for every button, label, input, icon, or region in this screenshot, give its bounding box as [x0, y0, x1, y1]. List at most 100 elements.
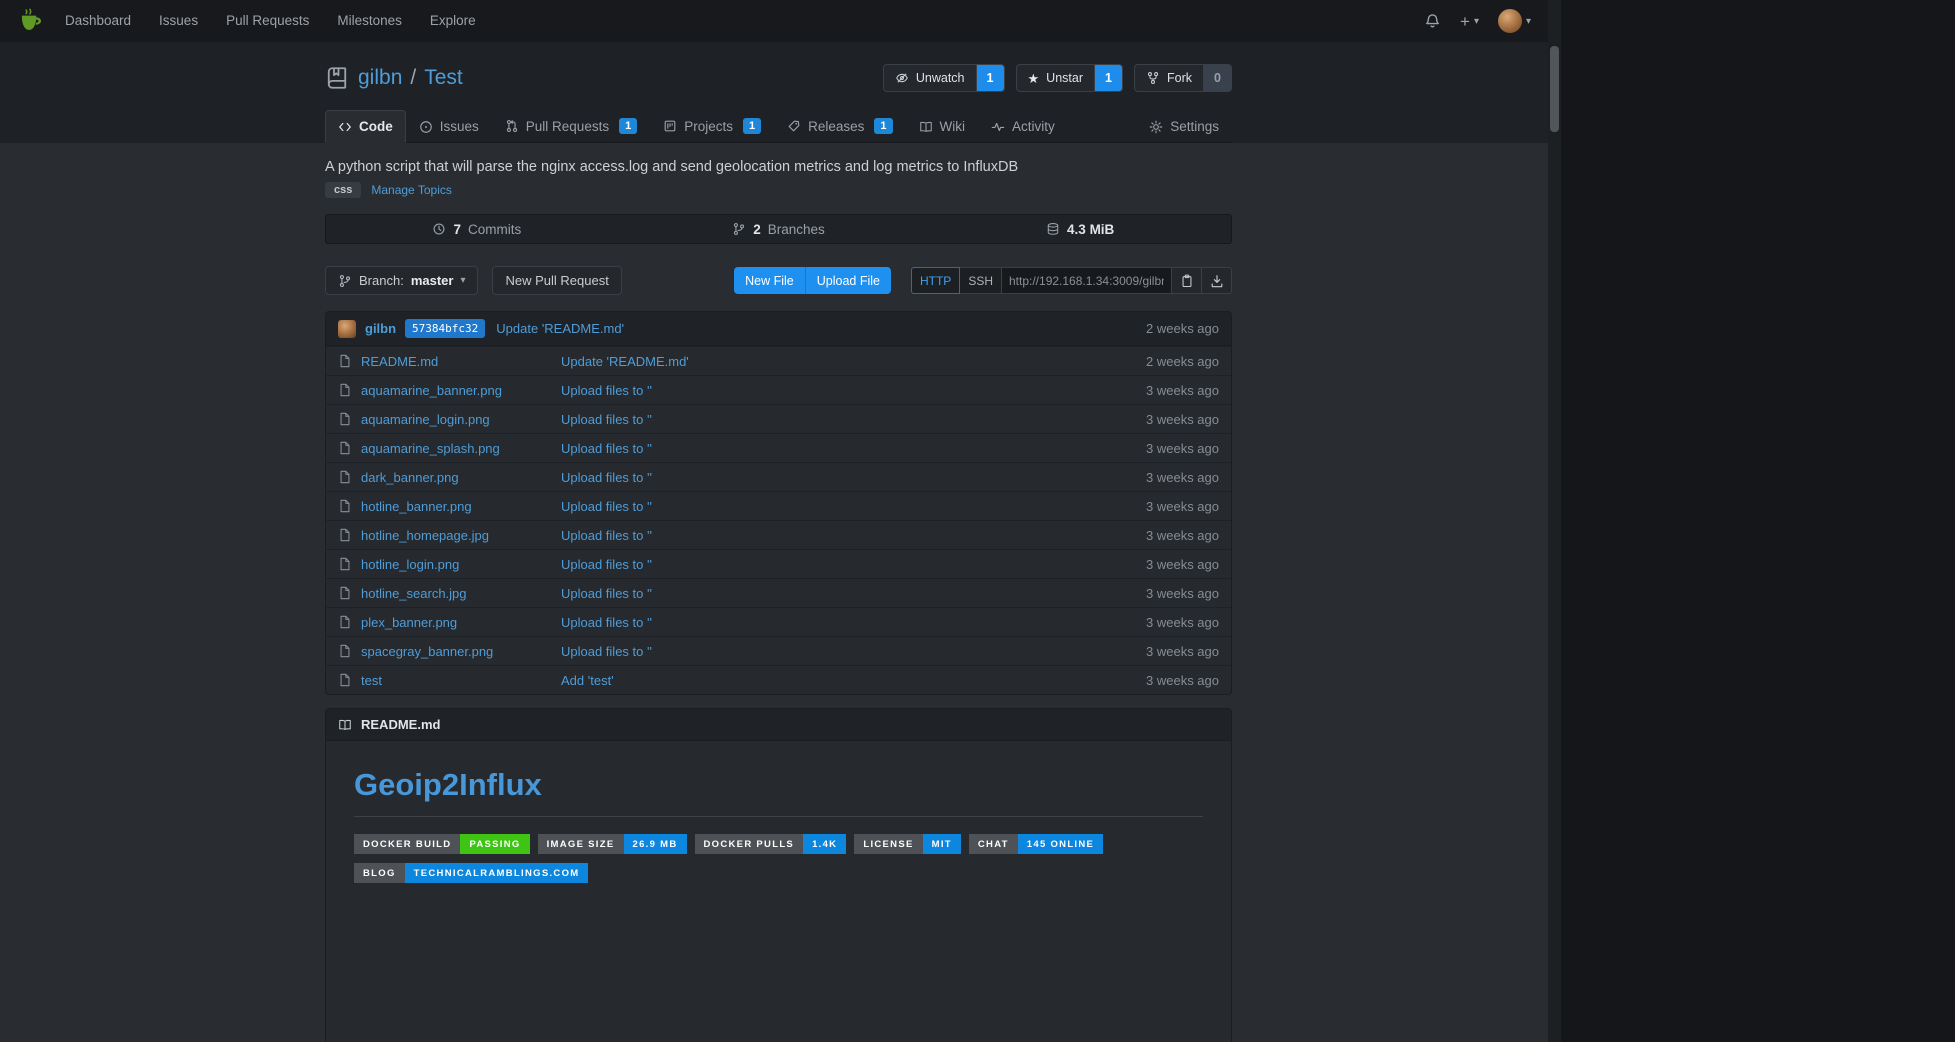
badge-value: MIT [923, 834, 961, 854]
projects-count-badge: 1 [743, 118, 761, 134]
new-file-button[interactable]: New File [734, 267, 805, 294]
file-name-link[interactable]: hotline_search.jpg [361, 586, 467, 601]
file-name-link[interactable]: aquamarine_splash.png [361, 441, 500, 456]
ssh-protocol-button[interactable]: SSH [960, 267, 1002, 294]
manage-topics-link[interactable]: Manage Topics [371, 183, 452, 197]
file-name-link[interactable]: plex_banner.png [361, 615, 457, 630]
upload-file-button[interactable]: Upload File [805, 267, 891, 294]
file-name-link[interactable]: hotline_homepage.jpg [361, 528, 489, 543]
navbar-item[interactable]: Explore [416, 0, 490, 42]
readme-badge[interactable]: BLOG TECHNICALRAMBLINGS.COM [354, 863, 588, 883]
file-commit-message-link[interactable]: Upload files to '' [561, 441, 1146, 456]
file-name-link[interactable]: test [361, 673, 382, 688]
readme-badge[interactable]: DOCKER PULLS 1.4K [695, 834, 847, 854]
navbar-item[interactable]: Dashboard [51, 0, 145, 42]
file-table: gilbn 57384bfc32 Update 'README.md' 2 we… [325, 311, 1232, 695]
branch-icon [338, 274, 352, 288]
browser-viewport: Dashboard Issues Pull Requests Milestone… [0, 0, 1561, 1042]
branches-stat[interactable]: 2 Branches [628, 215, 930, 243]
gitea-logo-icon[interactable] [16, 8, 43, 35]
file-commit-message-link[interactable]: Upload files to '' [561, 586, 1146, 601]
notifications-bell-icon[interactable] [1424, 13, 1441, 30]
tab-projects[interactable]: Projects 1 [650, 109, 774, 142]
commit-message-link[interactable]: Update 'README.md' [496, 321, 624, 336]
open-book-icon [338, 718, 352, 732]
tab-code[interactable]: Code [325, 110, 406, 143]
tag-icon [787, 119, 801, 133]
copy-url-button[interactable] [1172, 267, 1202, 294]
file-commit-message-link[interactable]: Add 'test' [561, 673, 1146, 688]
file-commit-message-link[interactable]: Upload files to '' [561, 528, 1146, 543]
star-count[interactable]: 1 [1095, 64, 1123, 92]
file-name-link[interactable]: README.md [361, 354, 438, 369]
watch-button-group: Unwatch 1 [883, 64, 1005, 92]
file-name-link[interactable]: hotline_banner.png [361, 499, 472, 514]
navbar-item[interactable]: Milestones [323, 0, 416, 42]
file-row: aquamarine_banner.png Upload files to ''… [326, 375, 1231, 404]
clone-url-input[interactable] [1002, 267, 1172, 294]
navbar-item[interactable]: Pull Requests [212, 0, 323, 42]
commits-stat[interactable]: 7 Commits [326, 215, 628, 243]
file-icon [338, 441, 352, 455]
file-name-cell: plex_banner.png [338, 615, 561, 630]
new-pull-request-button[interactable]: New Pull Request [492, 266, 621, 295]
file-commit-message-link[interactable]: Upload files to '' [561, 557, 1146, 572]
branches-count: 2 [753, 222, 761, 237]
repo-title-separator: / [410, 66, 416, 90]
readme-badge[interactable]: CHAT 145 ONLINE [969, 834, 1103, 854]
scrollbar-thumb[interactable] [1550, 46, 1559, 132]
commit-hash-badge[interactable]: 57384bfc32 [405, 319, 485, 338]
commit-author-avatar[interactable] [338, 320, 356, 338]
commit-author-link[interactable]: gilbn [365, 321, 396, 336]
file-name-link[interactable]: hotline_login.png [361, 557, 459, 572]
eye-slash-icon [895, 71, 909, 85]
vertical-scrollbar[interactable] [1548, 0, 1561, 1042]
download-button[interactable] [1202, 267, 1232, 294]
tab-settings[interactable]: Settings [1136, 110, 1232, 142]
fork-count[interactable]: 0 [1204, 64, 1232, 92]
tab-releases[interactable]: Releases 1 [774, 109, 905, 142]
unwatch-button[interactable]: Unwatch [883, 64, 977, 92]
file-commit-message-link[interactable]: Upload files to '' [561, 383, 1146, 398]
file-icon [338, 383, 352, 397]
readme-badge[interactable]: LICENSE MIT [854, 834, 961, 854]
file-row: dark_banner.png Upload files to '' 3 wee… [326, 462, 1231, 491]
latest-commit-row: gilbn 57384bfc32 Update 'README.md' 2 we… [326, 312, 1231, 346]
navbar-item[interactable]: Issues [145, 0, 212, 42]
repo-stats-bar: 7 Commits 2 Branches [325, 214, 1232, 244]
file-commit-message-link[interactable]: Upload files to '' [561, 615, 1146, 630]
fork-button[interactable]: Fork [1134, 64, 1204, 92]
tab-activity[interactable]: Activity [978, 110, 1068, 142]
readme-badge[interactable]: IMAGE SIZE 26.9 MB [538, 834, 687, 854]
tab-issues[interactable]: Issues [406, 110, 492, 142]
repo-name-link[interactable]: Test [424, 66, 463, 90]
tab-label: Releases [808, 119, 864, 134]
file-commit-message-link[interactable]: Update 'README.md' [561, 354, 1146, 369]
history-clock-icon [432, 222, 446, 236]
watch-count[interactable]: 1 [977, 64, 1005, 92]
tab-wiki[interactable]: Wiki [906, 110, 979, 142]
http-protocol-button[interactable]: HTTP [911, 267, 960, 294]
file-commit-message-link[interactable]: Upload files to '' [561, 644, 1146, 659]
file-commit-time: 3 weeks ago [1146, 615, 1219, 630]
create-new-dropdown[interactable]: + ▾ [1460, 13, 1479, 30]
tab-pull-requests[interactable]: Pull Requests 1 [492, 109, 650, 142]
file-name-link[interactable]: dark_banner.png [361, 470, 459, 485]
file-commit-message-link[interactable]: Upload files to '' [561, 470, 1146, 485]
branch-selector-dropdown[interactable]: Branch: master ▾ [325, 266, 478, 295]
user-menu[interactable]: ▾ [1498, 9, 1531, 33]
repo-owner-link[interactable]: gilbn [358, 66, 402, 90]
unstar-button[interactable]: ★ Unstar [1016, 64, 1095, 92]
readme-badge[interactable]: DOCKER BUILD PASSING [354, 834, 530, 854]
file-name-link[interactable]: aquamarine_banner.png [361, 383, 502, 398]
readme-badges-row-2: BLOG TECHNICALRAMBLINGS.COM [354, 863, 1203, 883]
file-commit-message-link[interactable]: Upload files to '' [561, 499, 1146, 514]
file-name-cell: aquamarine_login.png [338, 412, 561, 427]
releases-count-badge: 1 [874, 118, 892, 134]
file-name-link[interactable]: aquamarine_login.png [361, 412, 490, 427]
branch-label: Branch: [359, 273, 404, 288]
repo-size-stat[interactable]: 4.3 MiB [929, 215, 1231, 243]
file-commit-message-link[interactable]: Upload files to '' [561, 412, 1146, 427]
file-name-link[interactable]: spacegray_banner.png [361, 644, 493, 659]
topic-tag-css[interactable]: css [325, 182, 361, 198]
